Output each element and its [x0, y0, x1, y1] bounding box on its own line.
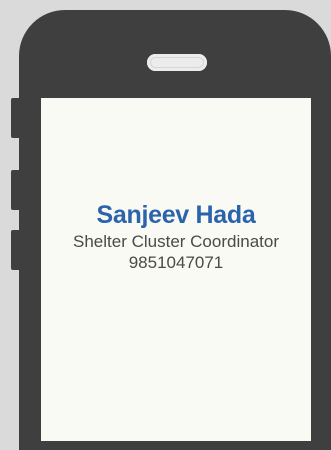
contact-card: Sanjeev Hada Shelter Cluster Coordinator…: [41, 200, 311, 273]
contact-name: Sanjeev Hada: [96, 201, 256, 229]
contact-role: Shelter Cluster Coordinator: [73, 232, 279, 251]
contact-phone[interactable]: 9851047071: [41, 252, 311, 273]
phone-screen: Sanjeev Hada Shelter Cluster Coordinator…: [41, 98, 311, 441]
speaker-grille: [147, 54, 207, 71]
